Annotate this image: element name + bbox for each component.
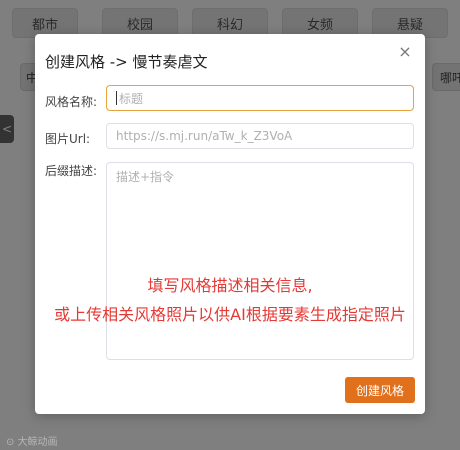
create-style-button[interactable]: 创建风格: [345, 377, 415, 403]
style-name-input[interactable]: 标题: [106, 85, 414, 111]
watermark: ⊙ 大鲸动画: [6, 437, 58, 448]
style-name-label: 风格名称:: [45, 95, 98, 109]
image-url-input[interactable]: https://s.mj.run/aTw_k_Z3VoA: [106, 123, 414, 149]
dialog-title: 创建风格 -> 慢节奏虐文: [45, 53, 208, 71]
text-caret: [116, 91, 117, 105]
suffix-desc-placeholder: 描述+指令: [116, 170, 175, 184]
close-icon[interactable]: ×: [397, 44, 413, 60]
image-url-label: 图片Url:: [45, 132, 91, 146]
style-name-placeholder: 标题: [119, 91, 144, 106]
create-style-dialog: 创建风格 -> 慢节奏虐文 × 风格名称: 标题 图片Url: https://…: [35, 34, 425, 414]
annotation-line-1: 填写风格描述相关信息,: [147, 276, 313, 295]
annotation-line-2: 或上传相关风格照片以供AI根据要素生成指定照片: [54, 305, 406, 324]
image-url-placeholder: https://s.mj.run/aTw_k_Z3VoA: [116, 129, 293, 143]
suffix-desc-textarea[interactable]: 描述+指令: [106, 162, 414, 360]
suffix-desc-label: 后缀描述:: [45, 164, 98, 178]
